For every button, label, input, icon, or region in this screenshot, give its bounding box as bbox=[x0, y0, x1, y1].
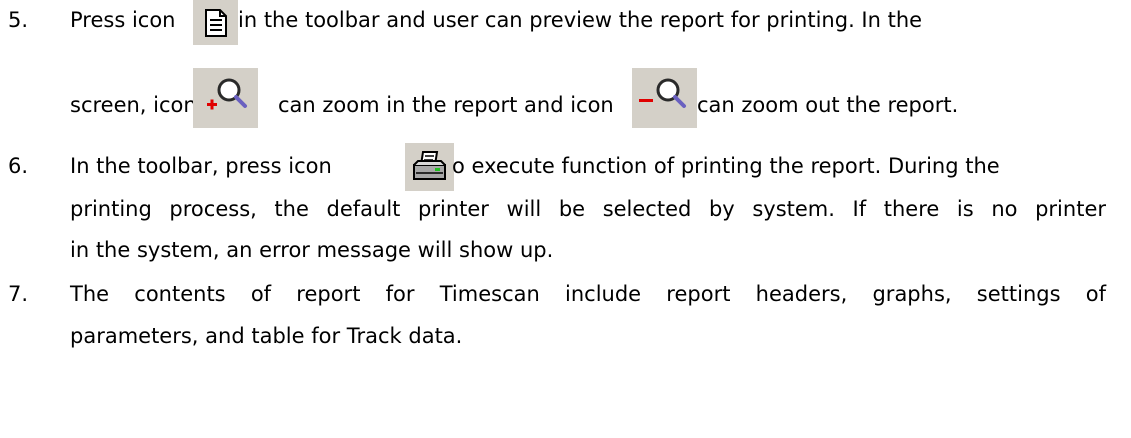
item-text: can zoom in the report and icon bbox=[278, 93, 614, 117]
item-text: The contents of report for Timescan incl… bbox=[70, 282, 1106, 306]
item-text: in the toolbar and user can preview the … bbox=[238, 8, 923, 32]
zoom-in-icon bbox=[193, 68, 258, 128]
document-preview-icon bbox=[193, 0, 238, 45]
item-text: In the toolbar, press icon bbox=[70, 154, 332, 178]
item-text: screen, icon bbox=[70, 93, 197, 117]
item-text: o execute function of printing the repor… bbox=[452, 154, 1000, 178]
item-text: parameters, and table for Track data. bbox=[70, 324, 463, 348]
item-text: can zoom out the report. bbox=[697, 93, 959, 117]
printer-icon bbox=[405, 143, 454, 191]
item-text: in the system, an error message will sho… bbox=[70, 238, 554, 262]
item-text: printing process, the default printer wi… bbox=[70, 197, 1106, 221]
item-number: 6. bbox=[8, 154, 29, 178]
item-number: 7. bbox=[8, 282, 29, 306]
item-number: 5. bbox=[8, 8, 29, 32]
zoom-out-icon bbox=[632, 68, 697, 128]
item-text: Press icon bbox=[70, 8, 176, 32]
